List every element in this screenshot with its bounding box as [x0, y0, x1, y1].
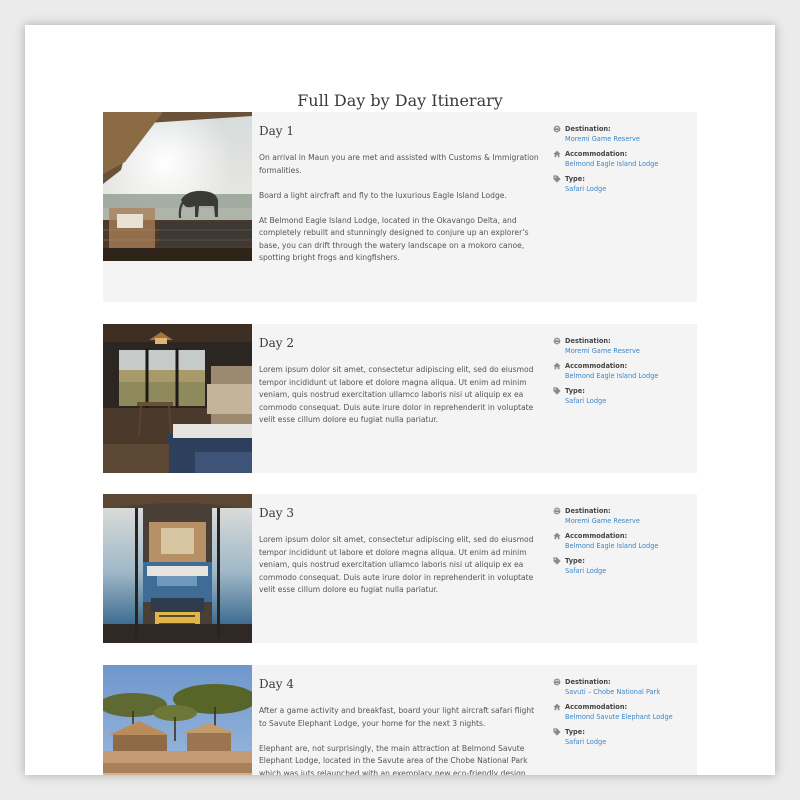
accommodation-label: Accommodation:: [565, 150, 628, 158]
type-label: Type:: [565, 387, 585, 395]
tag-icon: [553, 175, 561, 183]
tag-icon: [553, 728, 561, 736]
day-2-description: Lorem ipsum dolor sit amet, consectetur …: [259, 364, 539, 439]
page-title: Full Day by Day Itinerary: [297, 91, 503, 110]
globe-icon: [553, 507, 561, 515]
accommodation-row: Accommodation: Belmond Eagle Island Lodg…: [553, 531, 693, 551]
destination-row: Destination: Moremi Game Reserve: [553, 124, 693, 144]
accommodation-link[interactable]: Belmond Savute Elephant Lodge: [565, 712, 693, 722]
day-1-paragraph: Board a light aircfraft and fly to the l…: [259, 190, 507, 200]
day-4-title: Day 4: [259, 677, 295, 691]
type-link[interactable]: Safari Lodge: [565, 184, 693, 194]
home-icon: [553, 150, 561, 158]
type-label: Type:: [565, 175, 585, 183]
day-card-2: Day 2 Lorem ipsum dolor sit amet, consec…: [103, 324, 697, 473]
day-1-title: Day 1: [259, 124, 295, 138]
accommodation-label: Accommodation:: [565, 532, 628, 540]
globe-icon: [553, 678, 561, 686]
day-3-paragraph: Lorem ipsum dolor sit amet, consectetur …: [259, 535, 534, 594]
destination-row: Destination: Savuti – Chobe National Par…: [553, 677, 693, 697]
day-1-details: Destination: Moremi Game Reserve Accommo…: [553, 124, 693, 199]
accommodation-link[interactable]: Belmond Eagle Island Lodge: [565, 159, 693, 169]
day-4-paragraph: After a game activity and breakfast, boa…: [259, 706, 535, 728]
globe-icon: [553, 125, 561, 133]
tag-icon: [553, 387, 561, 395]
destination-label: Destination:: [565, 125, 611, 133]
day-4-photo: [103, 665, 252, 775]
day-3-title: Day 3: [259, 506, 295, 520]
accommodation-label: Accommodation:: [565, 703, 628, 711]
day-card-1: Day 1 On arrival in Maun you are met and…: [103, 112, 697, 302]
type-row: Type: Safari Lodge: [553, 727, 693, 747]
day-card-4: Day 4 After a game activity and breakfas…: [103, 665, 697, 775]
day-3-description: Lorem ipsum dolor sit amet, consectetur …: [259, 534, 539, 609]
day-1-photo: [103, 112, 252, 261]
tag-icon: [553, 557, 561, 565]
day-2-details: Destination: Moremi Game Reserve Accommo…: [553, 336, 693, 411]
accommodation-row: Accommodation: Belmond Eagle Island Lodg…: [553, 149, 693, 169]
destination-row: Destination: Moremi Game Reserve: [553, 506, 693, 526]
accommodation-link[interactable]: Belmond Eagle Island Lodge: [565, 541, 693, 551]
day-2-title: Day 2: [259, 336, 295, 350]
day-card-3: Day 3 Lorem ipsum dolor sit amet, consec…: [103, 494, 697, 643]
type-link[interactable]: Safari Lodge: [565, 566, 693, 576]
type-row: Type: Safari Lodge: [553, 386, 693, 406]
type-row: Type: Safari Lodge: [553, 556, 693, 576]
home-icon: [553, 362, 561, 370]
destination-link[interactable]: Savuti – Chobe National Park: [565, 687, 693, 697]
day-2-photo: [103, 324, 252, 473]
day-1-description: On arrival in Maun you are met and assis…: [259, 152, 539, 277]
destination-label: Destination:: [565, 337, 611, 345]
type-row: Type: Safari Lodge: [553, 174, 693, 194]
destination-row: Destination: Moremi Game Reserve: [553, 336, 693, 356]
globe-icon: [553, 337, 561, 345]
accommodation-link[interactable]: Belmond Eagle Island Lodge: [565, 371, 693, 381]
destination-link[interactable]: Moremi Game Reserve: [565, 346, 693, 356]
day-3-details: Destination: Moremi Game Reserve Accommo…: [553, 506, 693, 581]
home-icon: [553, 703, 561, 711]
day-2-paragraph: Lorem ipsum dolor sit amet, consectetur …: [259, 365, 534, 424]
destination-link[interactable]: Moremi Game Reserve: [565, 134, 693, 144]
home-icon: [553, 532, 561, 540]
destination-link[interactable]: Moremi Game Reserve: [565, 516, 693, 526]
destination-label: Destination:: [565, 507, 611, 515]
day-3-photo: [103, 494, 252, 643]
day-4-description: After a game activity and breakfast, boa…: [259, 705, 539, 775]
type-label: Type:: [565, 728, 585, 736]
day-4-paragraph: Elephant are, not surprisingly, the main…: [259, 743, 529, 776]
accommodation-row: Accommodation: Belmond Eagle Island Lodg…: [553, 361, 693, 381]
accommodation-label: Accommodation:: [565, 362, 628, 370]
type-link[interactable]: Safari Lodge: [565, 396, 693, 406]
type-link[interactable]: Safari Lodge: [565, 737, 693, 747]
accommodation-row: Accommodation: Belmond Savute Elephant L…: [553, 702, 693, 722]
type-label: Type:: [565, 557, 585, 565]
destination-label: Destination:: [565, 678, 611, 686]
itinerary-page: Full Day by Day Itinerary Day 1 On arriv…: [25, 25, 775, 775]
day-1-paragraph: On arrival in Maun you are met and assis…: [259, 153, 539, 175]
day-1-paragraph: At Belmond Eagle Island Lodge, located i…: [259, 215, 529, 263]
day-4-details: Destination: Savuti – Chobe National Par…: [553, 677, 693, 752]
